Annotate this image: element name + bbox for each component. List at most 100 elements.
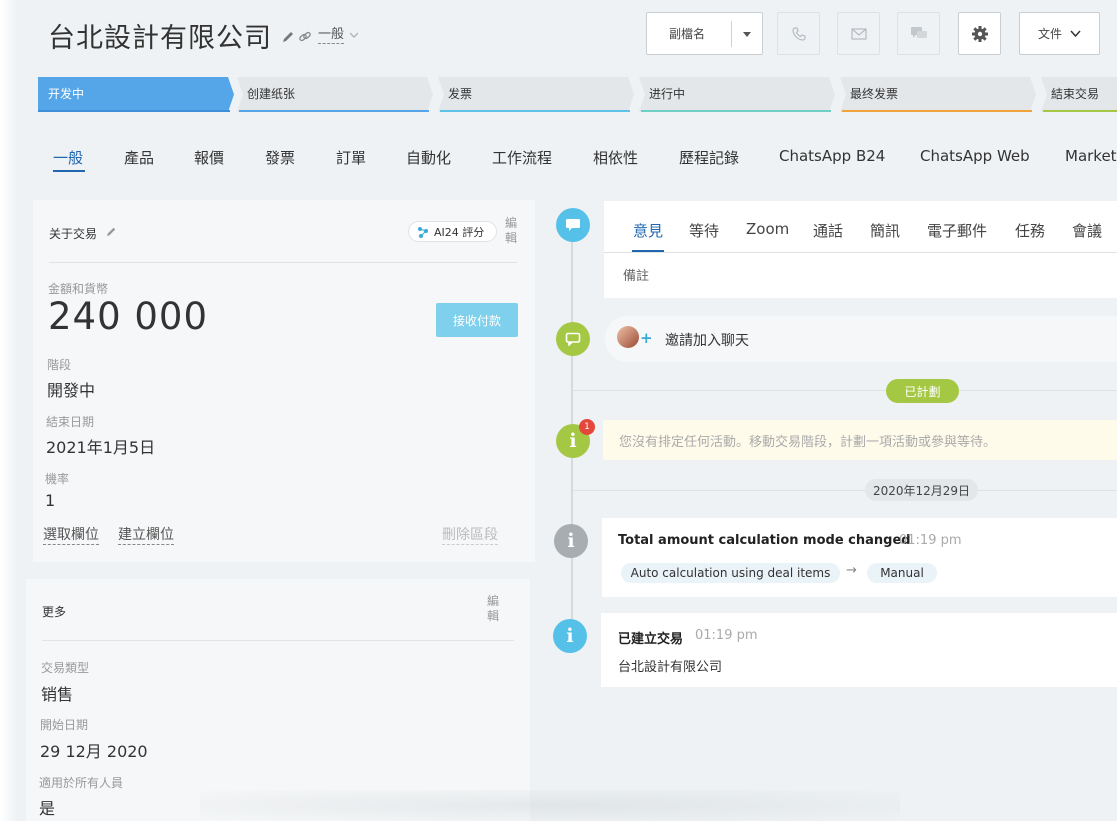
pipeline-stages: 开发中 创建纸张 发票 进行中 最终发票 結束交易	[38, 77, 1117, 112]
info-icon: i	[567, 529, 575, 552]
event-title: 已建立交易	[618, 632, 684, 647]
chat-button[interactable]	[897, 12, 940, 55]
chat-node	[556, 322, 590, 356]
tab-market[interactable]: Market	[1065, 147, 1117, 165]
chat-invite-text[interactable]: 邀請加入聊天	[665, 330, 749, 350]
stage-label: 进行中	[649, 87, 686, 101]
stage-invoice[interactable]: 发票	[438, 77, 634, 112]
field-value-start-date: 29 12月 2020	[40, 742, 148, 761]
alias-button[interactable]: 副檔名	[646, 12, 763, 55]
section-title: 关于交易	[49, 227, 98, 241]
category-selector[interactable]: 一般	[318, 27, 345, 44]
receive-payment-button[interactable]: 接收付款	[436, 303, 518, 337]
no-activity-text: 您沒有排定任何活動。移動交易階段，計劃一項活動或參與等待。	[619, 435, 997, 450]
info-icon: i	[569, 429, 577, 452]
amount-value: 240 000	[48, 295, 209, 338]
alias-button-label: 副檔名	[669, 27, 706, 41]
field-value-stage: 開發中	[47, 381, 96, 400]
stage-label: 开发中	[48, 87, 85, 101]
document-button-label: 文件	[1037, 27, 1062, 41]
notification-badge: 1	[579, 419, 595, 435]
tab-dependencies[interactable]: 相依性	[593, 147, 638, 168]
field-label-probability: 機率	[45, 472, 70, 486]
tab-products[interactable]: 產品	[124, 147, 154, 168]
activity-tab-call[interactable]: 通話	[813, 220, 843, 241]
from-mode-chip: Auto calculation using deal items	[621, 563, 840, 583]
delete-section-link[interactable]: 刪除區段	[442, 527, 498, 545]
activity-tab-comment[interactable]: 意見	[633, 220, 663, 241]
activity-tab-sms[interactable]: 簡訊	[870, 220, 900, 241]
edit-section-button[interactable]: 編輯	[486, 594, 500, 624]
phone-icon	[791, 26, 806, 41]
button-divider	[731, 21, 732, 47]
activity-tab-wait[interactable]: 等待	[689, 220, 719, 241]
tab-history[interactable]: 歷程記錄	[679, 147, 739, 168]
divider	[604, 252, 1117, 253]
activity-editor	[604, 201, 1117, 298]
tab-workflows[interactable]: 工作流程	[492, 147, 552, 168]
to-mode-chip: Manual	[867, 563, 937, 583]
pencil-icon[interactable]	[281, 30, 295, 44]
stage-final-invoice[interactable]: 最终发票	[840, 77, 1036, 112]
activity-tab-task[interactable]: 任務	[1015, 220, 1045, 241]
chevron-down-icon[interactable]	[350, 32, 358, 38]
timeline-event-card	[602, 518, 1117, 597]
email-button[interactable]	[837, 12, 880, 55]
tab-chatsapp-b24[interactable]: ChatsApp B24	[779, 147, 885, 165]
field-label-deal-type: 交易類型	[41, 661, 90, 675]
gear-icon	[971, 25, 988, 42]
field-label-available: 適用於所有人員	[39, 776, 124, 790]
field-value-close-date: 2021年1月5日	[46, 438, 156, 457]
bottom-shadow	[200, 790, 900, 821]
activity-tab-email[interactable]: 電子郵件	[927, 220, 987, 241]
stage-label: 发票	[448, 87, 473, 101]
page-edge	[0, 0, 18, 821]
edit-section-button[interactable]: 編輯	[504, 216, 518, 246]
create-field-link[interactable]: 建立欄位	[118, 527, 174, 545]
stage-create-paper[interactable]: 创建纸张	[237, 77, 433, 112]
comment-icon	[566, 219, 580, 231]
chat-bubbles-icon	[910, 27, 927, 38]
tab-chatsapp-web[interactable]: ChatsApp Web	[920, 147, 1030, 165]
tab-general[interactable]: 一般	[53, 147, 83, 168]
call-button[interactable]	[777, 12, 820, 55]
event-time: 01:19 pm	[695, 628, 758, 643]
deal-info-card	[33, 200, 535, 562]
stage-close-deal[interactable]: 結束交易	[1041, 77, 1117, 112]
plus-icon[interactable]: +	[640, 331, 653, 346]
chevron-down-icon	[1070, 30, 1081, 37]
comment-node	[556, 208, 590, 242]
divider	[573, 490, 1117, 491]
stage-in-progress[interactable]: 进行中	[639, 77, 835, 112]
note-input[interactable]: 備註	[623, 265, 649, 284]
activity-tab-meeting[interactable]: 會議	[1072, 220, 1102, 241]
activity-tab-zoom[interactable]: Zoom	[746, 220, 789, 238]
active-tab-indicator	[53, 170, 85, 172]
pencil-icon[interactable]	[106, 226, 117, 237]
document-button[interactable]: 文件	[1019, 12, 1100, 55]
avatar	[617, 326, 639, 348]
ai-nodes-icon	[418, 226, 428, 238]
info-node: i	[553, 619, 587, 653]
field-value-available: 是	[39, 799, 56, 818]
divider	[42, 640, 514, 641]
tab-orders[interactable]: 訂單	[336, 147, 366, 168]
stage-developing[interactable]: 开发中	[38, 77, 234, 112]
event-company: 台北設計有限公司	[618, 660, 723, 675]
date-separator: 2020年12月29日	[865, 479, 978, 501]
tab-quotes[interactable]: 報價	[194, 147, 224, 168]
envelope-icon	[850, 27, 867, 40]
link-icon[interactable]	[298, 30, 312, 44]
timeline-event-card	[601, 613, 1117, 687]
settings-button[interactable]	[958, 12, 1001, 55]
tab-automation[interactable]: 自動化	[406, 147, 451, 168]
arrow-right-icon: →	[846, 563, 857, 578]
chat-bubble-icon	[565, 332, 581, 346]
event-title: Total amount calculation mode changed	[618, 533, 911, 548]
ai-score-badge[interactable]: AI24 評分	[408, 221, 497, 242]
select-field-link[interactable]: 選取欄位	[43, 527, 99, 545]
caret-down-icon[interactable]	[742, 31, 752, 38]
divider	[49, 262, 517, 263]
divider	[573, 390, 1117, 391]
tab-invoices[interactable]: 發票	[265, 147, 295, 168]
